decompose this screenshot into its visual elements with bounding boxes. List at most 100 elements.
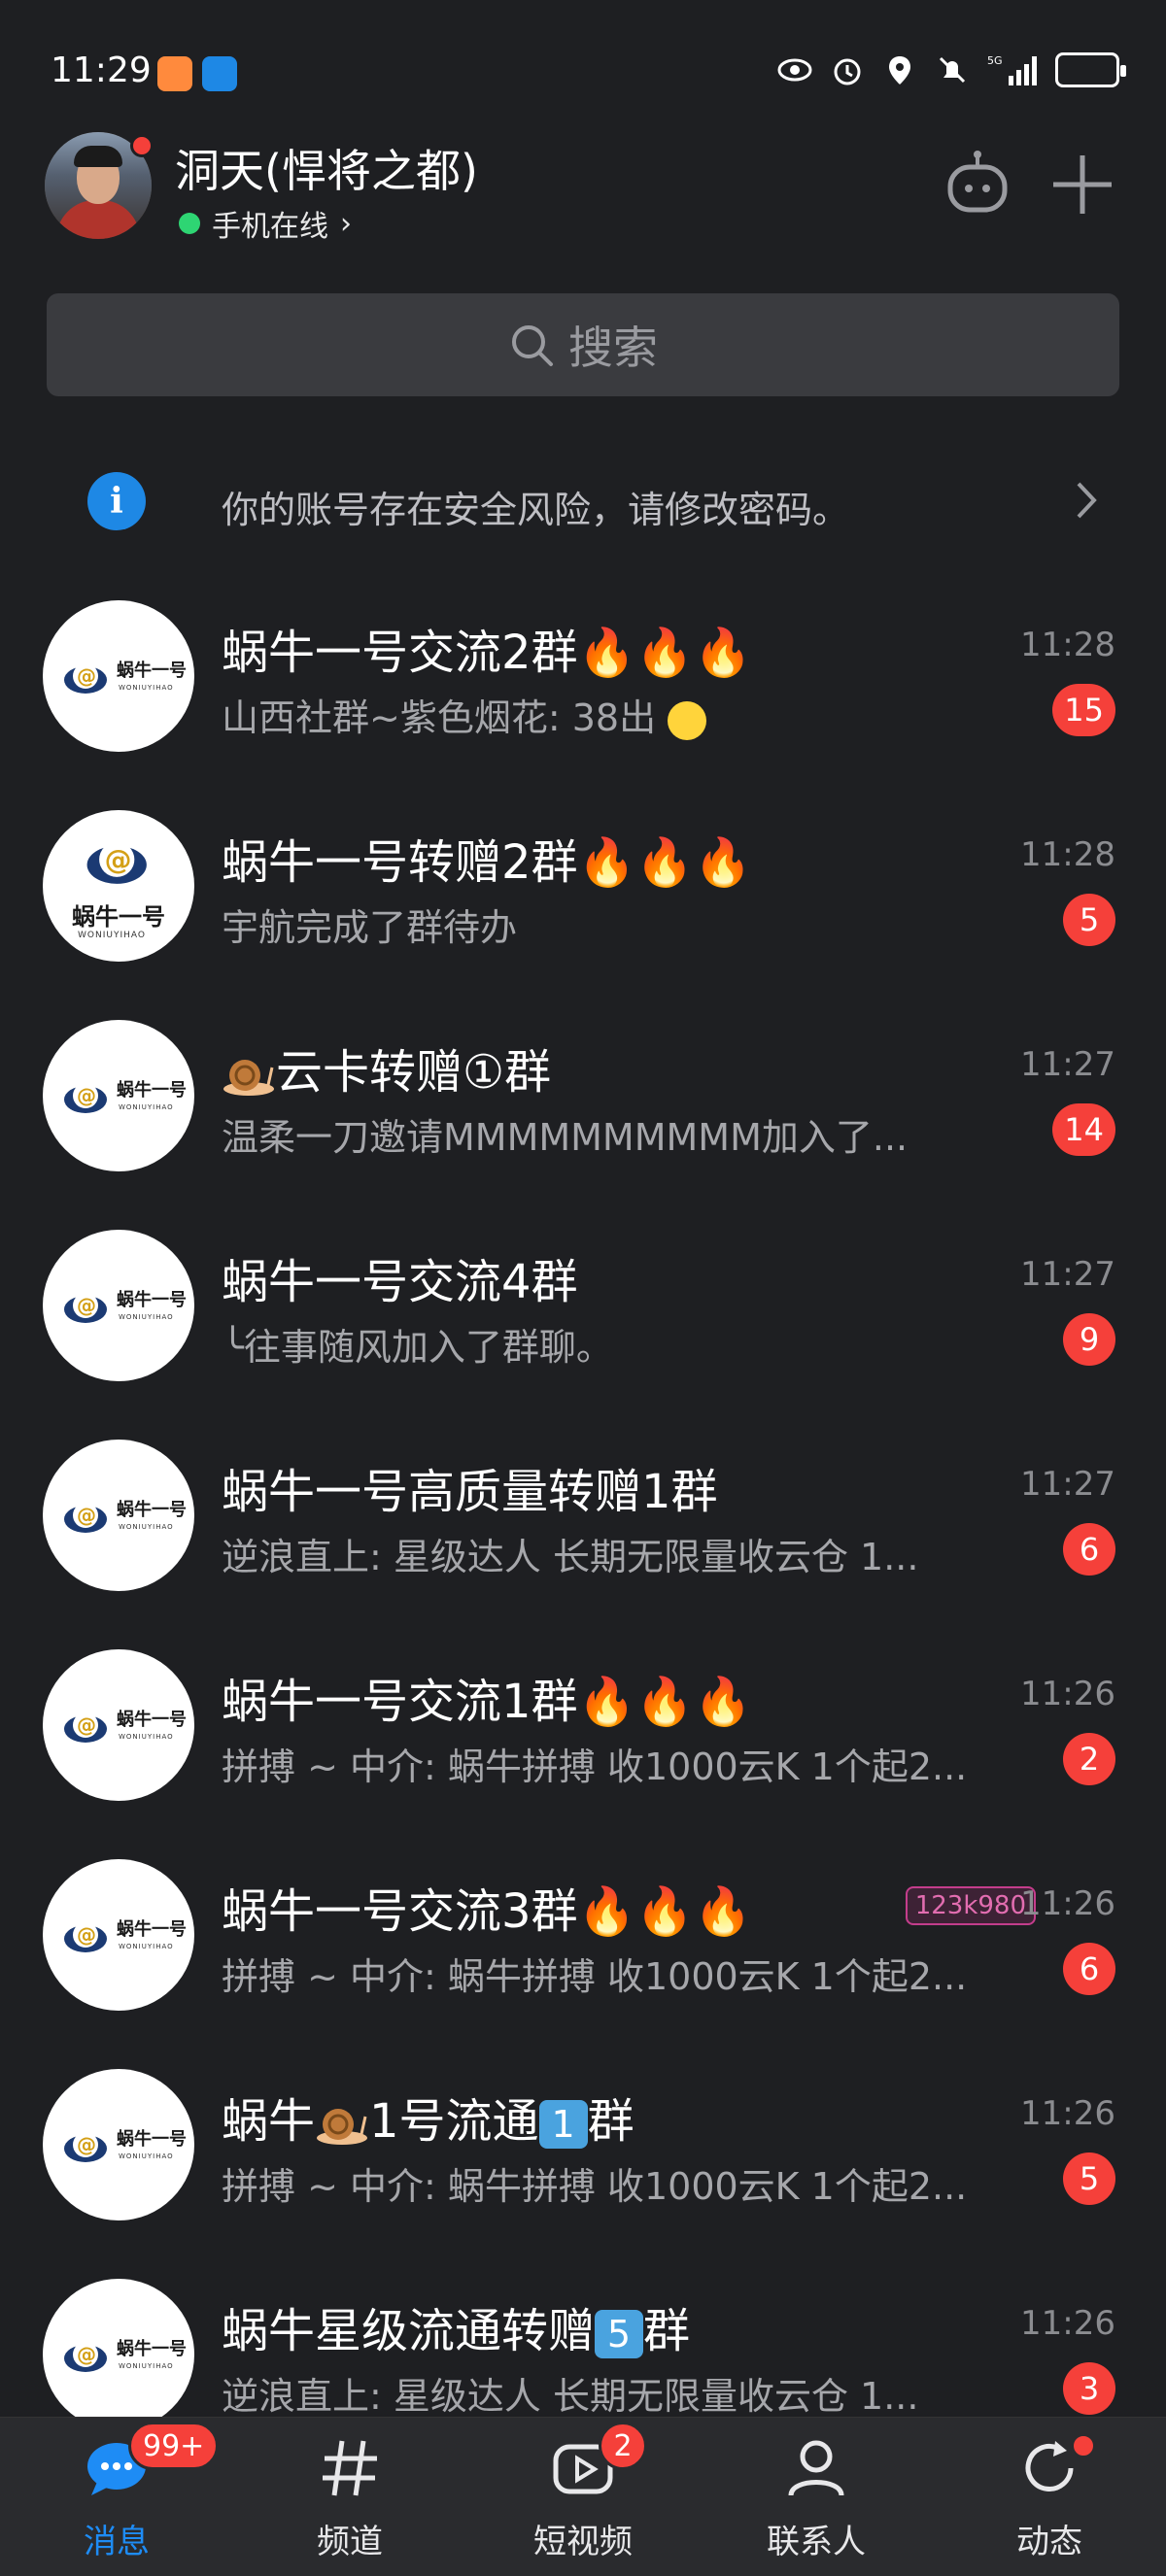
snail-emoji-icon [223, 1060, 274, 1096]
snail-logo-icon: @ 蜗牛一号 WONIUYIHAO [43, 1020, 194, 1171]
notification-app-icon [202, 56, 237, 91]
battery-icon [1055, 52, 1126, 87]
chat-item[interactable]: @ 蜗牛一号 WONIUYIHAO 蜗牛一号高质量转赠1群 逆浪直上: 星级达人… [0, 1426, 1166, 1636]
unread-badge: 2 [1063, 1733, 1115, 1785]
status-time: 11:29 [51, 51, 152, 90]
unread-badge: 3 [1063, 2362, 1115, 2415]
svg-text:@: @ [77, 1294, 96, 1317]
snail-logo-icon: @ 蜗牛一号 WONIUYIHAO [43, 2069, 194, 2220]
keycap-one-icon: 1 [538, 2100, 588, 2149]
header: 洞天(悍将之都) 手机在线 › [0, 126, 1166, 282]
nav-moments[interactable]: 动态 [933, 2418, 1166, 2576]
unread-badge: 14 [1052, 1103, 1115, 1156]
chat-time: 11:26 [1020, 2094, 1115, 2133]
online-status-text: 手机在线 [212, 210, 328, 244]
channel-hash-icon [323, 2440, 377, 2496]
svg-text:@: @ [77, 1084, 96, 1107]
online-status[interactable]: 手机在线 › [179, 202, 352, 245]
chat-item[interactable]: @ 蜗牛一号 WONIUYIHAO 蜗牛一号交流2群🔥🔥🔥 山西社群~紫色烟花:… [0, 587, 1166, 797]
watermark-badge: 123k980 [905, 1886, 1036, 1925]
chat-time: 11:26 [1020, 1884, 1115, 1923]
chat-preview: 山西社群~紫色烟花: 38出 [222, 688, 999, 741]
chat-preview: 拼搏 ~ 中介: 蜗牛拼搏 收1000云K 1个起2... [222, 1746, 968, 1788]
nav-contacts[interactable]: 联系人 [700, 2418, 933, 2576]
nav-label: 动态 [1016, 2523, 1082, 2561]
chat-item[interactable]: @ 蜗牛一号 WONIUYIHAO 蜗牛一号交流3群🔥🔥🔥 拼搏 ~ 中介: 蜗… [0, 1846, 1166, 2055]
chat-preview: 逆浪直上: 星级达人 长期无限量收云仓 1... [222, 1536, 919, 1578]
chat-item[interactable]: @ 蜗牛一号 WONIUYIHAO 蜗牛一号交流4群 ╰往事随风加入了群聊。 1… [0, 1216, 1166, 1426]
nav-badge: 99+ [128, 2422, 220, 2470]
svg-text:@: @ [77, 1713, 96, 1737]
chat-item[interactable]: @ 蜗牛一号 WONIUYIHAO 蜗牛一号交流1群🔥🔥🔥 拼搏 ~ 中介: 蜗… [0, 1636, 1166, 1846]
nav-label: 短视频 [533, 2523, 633, 2561]
chat-preview: ╰往事随风加入了群聊。 [222, 1326, 613, 1369]
security-notice[interactable]: i 你的账号存在安全风险，请修改密码。 [0, 439, 1166, 563]
svg-text:@: @ [77, 1923, 96, 1947]
chat-title: 蜗牛一号转赠2群🔥🔥🔥 [222, 835, 752, 890]
chat-time: 11:27 [1020, 1465, 1115, 1504]
chat-title: 蜗牛一号交流4群 [222, 1255, 578, 1309]
search-bar[interactable]: 搜索 [47, 293, 1119, 396]
nav-short-video[interactable]: 2 短视频 [466, 2418, 700, 2576]
eye-icon [777, 58, 812, 82]
chat-preview: 温柔一刀邀请MMMMMMMMMM加入了... [222, 1116, 909, 1159]
chat-time: 11:28 [1020, 626, 1115, 664]
snail-logo-icon: @ 蜗牛一号 WONIUYIHAO [43, 1859, 194, 2011]
contacts-icon [788, 2440, 844, 2496]
keycap-five-icon: 5 [595, 2310, 644, 2358]
svg-text:5G: 5G [987, 54, 1003, 67]
chat-preview: 拼搏 ~ 中介: 蜗牛拼搏 收1000云K 1个起2... [222, 2165, 968, 2208]
nav-label: 联系人 [767, 2523, 866, 2561]
nav-badge: 2 [599, 2422, 647, 2470]
chat-time: 11:28 [1020, 835, 1115, 874]
robot-assistant-icon[interactable] [939, 146, 1016, 223]
chat-item[interactable]: @ 蜗牛一号 WONIUYIHAO 蜗牛 1号流通 1 群 拼搏 ~ 中介: 蜗牛拼搏… [0, 2055, 1166, 2265]
mute-bell-icon [939, 56, 966, 84]
status-icons: 5G [777, 52, 1126, 87]
chevron-right-icon [1077, 482, 1097, 519]
signal-icon: 5G [987, 54, 1037, 85]
chat-preview: 宇航完成了群待办 [222, 906, 518, 949]
svg-text:@: @ [77, 2133, 96, 2156]
snail-logo-icon: @ 蜗牛一号 WONIUYIHAO [43, 1649, 194, 1801]
profile-name[interactable]: 洞天(悍将之都) [175, 136, 478, 200]
chat-preview: 逆浪直上: 星级达人 长期无限量收云仓 1... [222, 2375, 919, 2418]
snail-logo-icon: @ 蜗牛一号 WONIUYIHAO [43, 600, 194, 752]
nav-messages[interactable]: 99+ 消息 [0, 2418, 233, 2576]
snail-logo-icon: @ 蜗牛一号 WONIUYIHAO [43, 1230, 194, 1381]
svg-text:@: @ [105, 844, 132, 876]
search-placeholder: 搜索 [568, 322, 658, 374]
chat-time: 11:26 [1020, 1675, 1115, 1713]
snail-logo-big-icon: @ 蜗牛一号 WONIUYIHAO [43, 810, 194, 962]
nav-channels[interactable]: 频道 [233, 2418, 466, 2576]
unread-badge: 5 [1063, 2152, 1115, 2205]
unread-badge: 6 [1063, 1943, 1115, 1995]
avatar-notification-dot [130, 134, 154, 157]
unread-badge: 5 [1063, 894, 1115, 946]
location-icon [889, 56, 910, 85]
svg-text:@: @ [77, 1504, 96, 1527]
chat-title: 蜗牛一号交流3群🔥🔥🔥 [222, 1884, 752, 1939]
nav-notification-dot [1071, 2433, 1096, 2458]
search-icon [512, 325, 553, 366]
bottom-nav: 99+ 消息 频道 2 短视频 联系人 动态 [0, 2417, 1166, 2576]
chat-title: 蜗牛一号高质量转赠1群 [222, 1465, 718, 1519]
chat-time: 11:27 [1020, 1255, 1115, 1294]
unread-badge: 9 [1063, 1313, 1115, 1366]
svg-text:@: @ [77, 664, 96, 688]
online-dot-icon [179, 213, 200, 234]
profile-avatar[interactable] [45, 132, 154, 239]
chat-preview: 拼搏 ~ 中介: 蜗牛拼搏 收1000云K 1个起2... [222, 1955, 968, 1998]
chevron-right-icon: › [340, 206, 352, 241]
chat-item[interactable]: @ 蜗牛一号 WONIUYIHAO 云卡转赠①群 温柔一刀邀请MMMMMMMMM… [0, 1006, 1166, 1216]
chat-title: 蜗牛 1号流通 1 群 [222, 2094, 634, 2149]
notification-app-icon [157, 56, 192, 91]
chat-title: 蜗牛一号交流1群🔥🔥🔥 [222, 1675, 752, 1729]
snail-emoji-icon [317, 2109, 368, 2145]
alarm-icon [834, 58, 861, 85]
security-notice-text: 你的账号存在安全风险，请修改密码。 [222, 489, 850, 531]
chat-item[interactable]: @ 蜗牛一号 WONIUYIHAO 蜗牛一号转赠2群🔥🔥🔥 宇航完成了群待办 1… [0, 797, 1166, 1006]
app-root: 11:29 5G 洞天(悍将之都) 手机在线 › 搜索 i 你的账号存在安全风险… [0, 0, 1166, 2576]
chat-title: 云卡转赠①群 [222, 1034, 551, 1102]
add-plus-icon[interactable] [1044, 146, 1121, 223]
